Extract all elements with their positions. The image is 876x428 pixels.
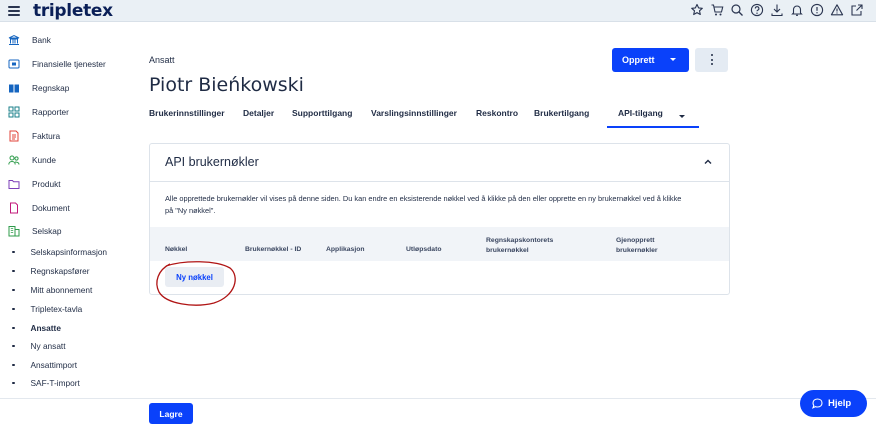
tab-brukerinnstillinger[interactable]: Brukerinnstillinger [149, 108, 225, 118]
active-tab-indicator [607, 126, 699, 128]
footer-bar [0, 398, 876, 428]
help-circle-icon[interactable] [750, 3, 764, 17]
grid-icon [8, 106, 20, 118]
bell-icon[interactable] [790, 3, 804, 17]
sidebar-subitem-ny-ansatt[interactable]: Ny ansatt [12, 338, 66, 354]
sidebar-subitem-label: Selskapsinformasjon [30, 247, 108, 257]
sidebar-subitem-regnskapsforer[interactable]: Regnskapsfører [12, 263, 90, 279]
sidebar-item-regnskap[interactable]: Regnskap [8, 79, 69, 97]
bullet [12, 363, 15, 367]
bullet [12, 344, 15, 348]
sidebar-subitem-label: Regnskapsfører [30, 266, 90, 276]
tab-detaljer[interactable]: Detaljer [243, 108, 274, 118]
section-label: Ansatt [149, 55, 175, 65]
sidebar-item-label: Regnskap [32, 83, 70, 93]
column-header-brukernokkel-id[interactable]: Brukernøkkel - ID [245, 245, 301, 255]
sidebar-subitem-label: SAF-T-import [30, 378, 80, 388]
table-header: Nøkkel Brukernøkkel - ID Applikasjon Utl… [150, 227, 729, 261]
sidebar-subitem-label: Mitt abonnement [30, 285, 93, 295]
tab-api-tilgang[interactable]: API-tilgang [618, 108, 663, 118]
bullet [12, 326, 15, 330]
sidebar-item-kunde[interactable]: Kunde [8, 151, 56, 169]
sidebar-subitem-tripletex-tavla[interactable]: Tripletex-tavla [12, 301, 82, 317]
card-description: Alle opprettede brukernøkler vil vises p… [165, 194, 682, 215]
sidebar-item-label: Rapporter [32, 107, 69, 117]
sidebar-item-label: Produkt [32, 179, 61, 189]
people-icon [8, 155, 20, 165]
folder-icon [8, 180, 20, 189]
bullet [12, 269, 15, 273]
building-icon [8, 226, 20, 237]
bullet [12, 288, 15, 292]
sidebar-subitem-label: Ansattimport [30, 360, 78, 370]
tab-brukertilgang[interactable]: Brukertilgang [534, 108, 589, 118]
chevron-up-icon[interactable] [704, 158, 712, 166]
sidebar-item-rapporter[interactable]: Rapporter [8, 103, 69, 121]
column-header-regnskapskontorets-brukernokkel[interactable]: Regnskapskontorets brukernøkkel [486, 236, 578, 256]
warning-icon[interactable] [830, 3, 844, 17]
chevron-down-icon[interactable] [679, 115, 685, 118]
sidebar-subitem-label: Ansatte [30, 323, 61, 333]
bullet [12, 381, 15, 385]
page-title: Piotr Bieńkowski [149, 74, 304, 96]
sidebar-subitem-saf-t-import[interactable]: SAF-T-import [12, 375, 80, 391]
divider [150, 181, 729, 182]
bank-icon [8, 34, 20, 45]
sidebar-item-dokument[interactable]: Dokument [8, 199, 70, 217]
sidebar-subitem-label: Tripletex-tavla [30, 304, 83, 314]
star-icon[interactable] [690, 3, 704, 17]
sidebar-item-label: Bank [32, 35, 51, 45]
save-button[interactable]: Lagre [149, 403, 193, 424]
chat-bubble-icon [812, 398, 823, 409]
menu-icon[interactable] [8, 4, 22, 18]
sidebar-item-faktura[interactable]: Faktura [8, 127, 60, 145]
sidebar-subitem-ansattimport[interactable]: Ansattimport [12, 357, 77, 373]
more-vertical-icon [710, 54, 713, 57]
create-button-label: Opprett [622, 55, 655, 65]
column-header-applikasjon[interactable]: Applikasjon [326, 245, 365, 255]
app-logo[interactable]: tripletex [33, 1, 113, 21]
sidebar-item-selskap[interactable]: Selskap [8, 222, 62, 240]
top-actions [690, 3, 864, 17]
annotation-circle [156, 261, 236, 306]
sidebar-item-label: Selskap [32, 226, 62, 236]
sidebar: Bank Finansielle tjenester Regnskap Rapp… [0, 22, 126, 398]
alert-circle-icon[interactable] [810, 3, 824, 17]
document-icon [10, 202, 18, 214]
book-icon [9, 84, 19, 93]
sidebar-item-label: Kunde [32, 155, 56, 165]
sidebar-item-finansielle-tjenester[interactable]: Finansielle tjenester [8, 55, 106, 73]
card-icon [8, 59, 20, 69]
bullet [12, 307, 15, 311]
tab-supporttilgang[interactable]: Supporttilgang [292, 108, 352, 118]
more-options-button[interactable] [695, 48, 728, 72]
help-button[interactable]: Hjelp [800, 390, 867, 417]
invoice-icon [9, 130, 19, 142]
chevron-down-icon [670, 58, 676, 61]
sidebar-subitem-ansatte[interactable]: Ansatte [12, 320, 61, 336]
sidebar-item-label: Dokument [32, 203, 70, 213]
sidebar-item-produkt[interactable]: Produkt [8, 175, 61, 193]
create-button[interactable]: Opprett [612, 48, 689, 72]
sidebar-item-bank[interactable]: Bank [8, 31, 51, 49]
sidebar-item-label: Faktura [32, 131, 61, 141]
cart-icon[interactable] [710, 3, 724, 17]
card-title: API brukernøkler [165, 155, 259, 169]
top-bar: tripletex [0, 0, 876, 22]
search-icon[interactable] [730, 3, 744, 17]
tab-varslingsinnstillinger[interactable]: Varslingsinnstillinger [371, 108, 457, 118]
column-header-gjenopprett-brukernokler[interactable]: Gjenopprett brukernøkler [616, 236, 676, 256]
sidebar-item-label: Finansielle tjenester [32, 59, 106, 69]
sidebar-subitem-mitt-abonnement[interactable]: Mitt abonnement [12, 282, 92, 298]
download-icon[interactable] [770, 3, 784, 17]
column-header-nokkel[interactable]: Nøkkel [165, 245, 187, 255]
sidebar-subitem-selskapsinformasjon[interactable]: Selskapsinformasjon [12, 244, 107, 260]
bullet [12, 250, 15, 254]
column-header-utlopsdato[interactable]: Utløpsdato [406, 245, 442, 255]
help-button-label: Hjelp [828, 398, 852, 409]
external-link-icon[interactable] [850, 3, 864, 17]
sidebar-subitem-label: Ny ansatt [30, 341, 66, 351]
tab-reskontro[interactable]: Reskontro [476, 108, 518, 118]
